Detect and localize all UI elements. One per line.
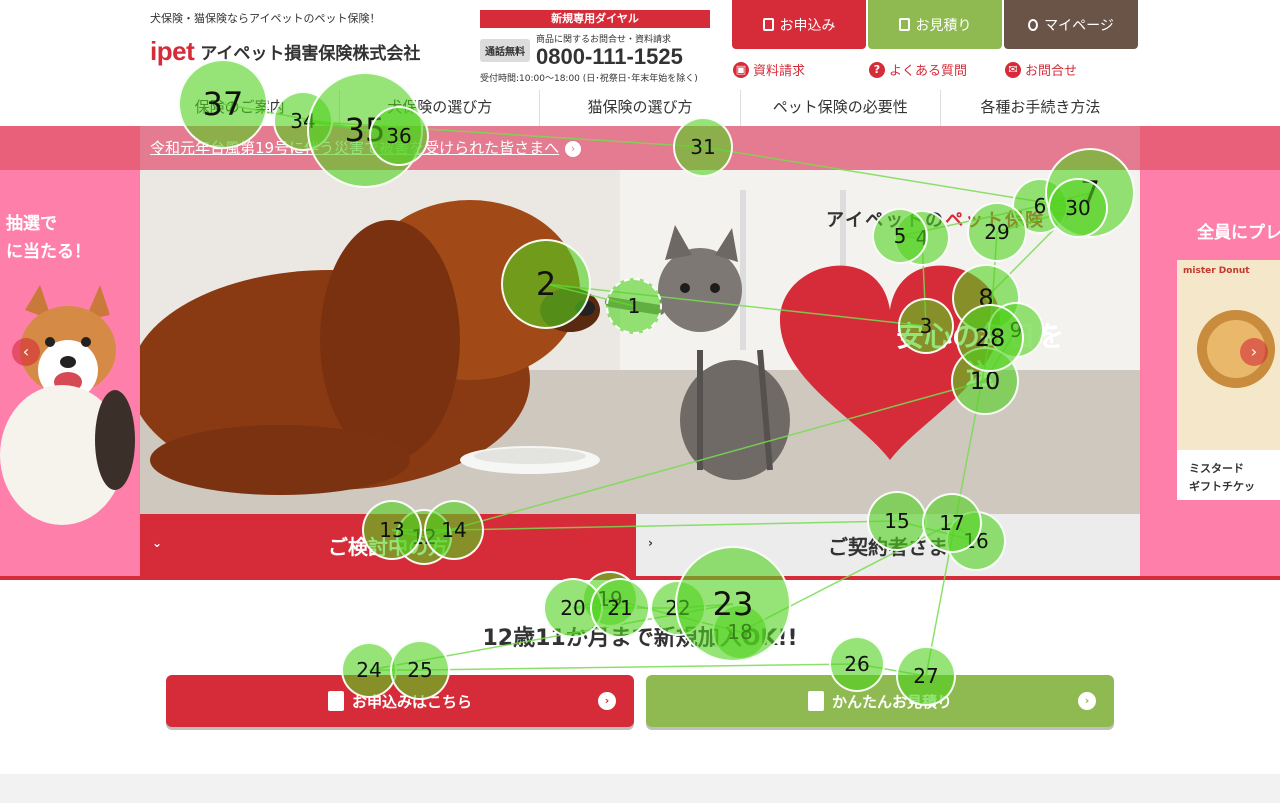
sub-links: ▣ 資料請求 ? よくある質問 ✉ お問合せ <box>733 60 1099 79</box>
corgi-image <box>0 285 135 525</box>
logo-text: アイペット損害保険株式会社 <box>200 44 421 64</box>
mypage-button[interactable]: マイページ <box>1004 0 1138 49</box>
prev-slide-preview[interactable]: 抽選で に当たる！ <box>0 170 139 578</box>
brochure-link[interactable]: ▣ 資料請求 <box>733 60 847 79</box>
carousel-prev-button[interactable]: ‹ <box>12 338 40 366</box>
phone-number[interactable]: 0800-111-1525 <box>536 45 683 69</box>
mypage-button-label: マイページ <box>1044 17 1114 34</box>
apply-button[interactable]: お申込み <box>732 0 866 49</box>
footer-band <box>0 774 1280 803</box>
gaze-saccade <box>419 663 858 671</box>
prev-slide-text: 抽選で に当たる！ <box>6 214 91 262</box>
tab-prospective[interactable]: ⌄ ご検討中の方 <box>140 514 636 576</box>
hero-slide[interactable]: アイペットのペット保険 安心の毎日を 送 <box>140 170 1140 514</box>
global-nav: 保険のご案内 犬保険の選び方 猫保険の選び方 ペット保険の必要性 各種お手続き方… <box>140 90 1140 126</box>
document-icon <box>327 691 344 711</box>
carousel-next-button[interactable]: › <box>1240 338 1268 366</box>
top-buttons: お申込み お見積り マイページ <box>732 0 1140 49</box>
nav-item-cat-insurance[interactable]: 猫保険の選び方 <box>540 90 741 126</box>
mister-donut-logo: mister Donut <box>1183 266 1250 276</box>
tab-prospective-label: ご検討中の方 <box>328 534 448 559</box>
hero-carousel: 抽選で に当たる！ ‹ アイペットのペット保険 安心の毎日を 送 全員にプレ m… <box>0 170 1280 578</box>
age-limit-text: 12歳11か月まで新規加入OK!! <box>482 626 798 651</box>
brochure-link-label: 資料請求 <box>753 64 806 79</box>
estimate-button-label: お見積り <box>915 17 972 34</box>
page: 犬保険・猫保険ならアイペットのペット保険！ ipet アイペット損害保険株式会社… <box>0 0 1280 803</box>
site-logo[interactable]: ipet アイペット損害保険株式会社 <box>150 36 420 67</box>
hero-divider <box>0 576 1280 580</box>
document-icon <box>762 18 774 31</box>
faq-link[interactable]: ? よくある質問 <box>869 60 983 79</box>
gaze-saccade <box>572 598 611 609</box>
free-call-badge: 通話無料 <box>480 39 530 62</box>
arrow-right-icon: › <box>1078 692 1096 710</box>
tab-policyholders[interactable]: › ご契約者さま <box>636 514 1140 576</box>
apply-button-label: お申込み <box>779 17 836 34</box>
hero-copy-top: アイペットのペット保険 <box>826 210 1046 231</box>
faq-link-label: よくある質問 <box>889 64 968 79</box>
mail-icon: ✉ <box>1005 61 1021 78</box>
nav-item-necessity[interactable]: ペット保険の必要性 <box>741 90 941 126</box>
gaze-saccade <box>677 603 734 609</box>
tagline: 犬保険・猫保険ならアイペットのペット保険！ <box>150 12 381 25</box>
next-slide-text: 全員にプレ <box>1197 223 1280 243</box>
tab-policyholders-label: ご契約者さま <box>828 534 948 559</box>
nav-item-dog-insurance[interactable]: 犬保険の選び方 <box>340 90 541 126</box>
estimate-button[interactable]: お見積り <box>868 0 1002 49</box>
calculator-icon <box>807 691 824 711</box>
contact-link-label: お問合せ <box>1025 64 1078 79</box>
calculator-icon <box>898 18 910 31</box>
hero-copy-main: 安心の毎日を 送 <box>895 320 1064 391</box>
next-slide-preview[interactable]: 全員にプレ mister Donut ミスタード ギフトチケッ <box>1141 170 1280 578</box>
apply-here-label: お申込みはこちら <box>351 692 472 711</box>
question-icon: ? <box>869 61 885 78</box>
easy-estimate-button[interactable]: かんたんお見積り › <box>646 675 1114 727</box>
notice-link[interactable]: 令和元年台風第19号に伴う災害で被害を受けられた皆さまへ › <box>150 137 582 158</box>
dial-hours: 受付時間:10:00〜18:00 (日･祝祭日･年末年始を除く) <box>480 74 698 84</box>
audience-tabs: ⌄ ご検討中の方 › ご契約者さま <box>140 514 1140 576</box>
contact-link[interactable]: ✉ お問合せ <box>1005 60 1077 79</box>
arrow-right-icon: › <box>565 140 582 157</box>
chevron-right-icon: › <box>648 536 653 550</box>
apply-here-button[interactable]: お申込みはこちら › <box>166 675 634 727</box>
dial-title: 新規専用ダイヤル <box>480 10 710 28</box>
logo-mark: ipet <box>150 36 195 66</box>
notice-text: 令和元年台風第19号に伴う災害で被害を受けられた皆さまへ <box>150 139 560 157</box>
person-icon <box>1028 18 1039 31</box>
nav-item-guide[interactable]: 保険のご案内 <box>140 90 341 126</box>
chevron-down-icon: ⌄ <box>152 536 163 550</box>
arrow-right-icon: › <box>598 692 616 710</box>
nav-item-procedures[interactable]: 各種お手続き方法 <box>941 90 1140 126</box>
book-icon: ▣ <box>733 61 749 78</box>
notice-bar: 令和元年台風第19号に伴う災害で被害を受けられた皆さまへ › <box>0 126 1280 170</box>
prize-card: mister Donut ミスタード ギフトチケッ <box>1177 260 1280 500</box>
dial-box: 新規専用ダイヤル 通話無料 商品に関するお問合せ・資料請求 0800-111-1… <box>480 10 710 84</box>
prize-text: ミスタード ギフトチケッ <box>1189 462 1255 493</box>
easy-estimate-label: かんたんお見積り <box>831 692 952 711</box>
